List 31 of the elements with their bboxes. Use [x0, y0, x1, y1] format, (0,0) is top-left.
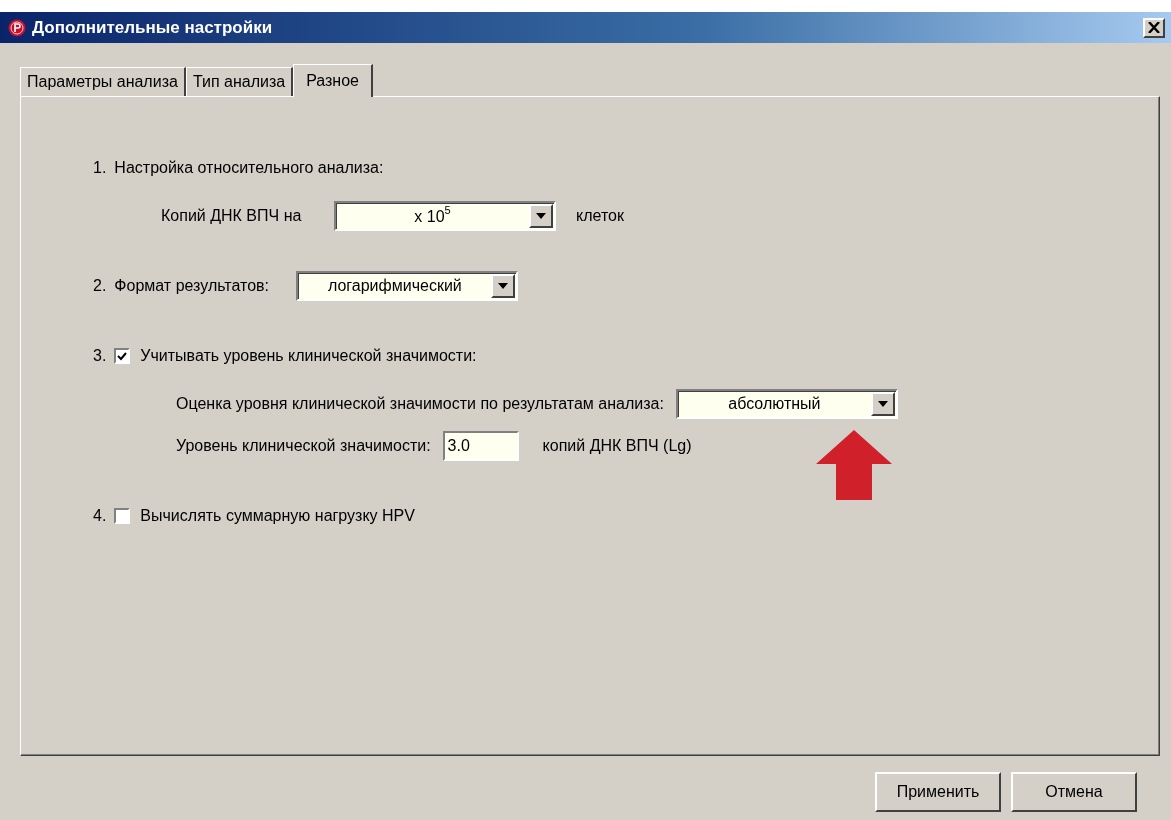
- tab[interactable]: Тип анализа: [185, 67, 294, 96]
- item-number: 2.: [93, 277, 107, 295]
- arrow-icon: [816, 430, 892, 500]
- field-label: Оценка уровня клинической значимости по результатам анализа:: [176, 395, 664, 413]
- app-logo-icon: [8, 18, 26, 37]
- dropdown[interactable]: абсолютный: [675, 389, 898, 419]
- tab[interactable]: Параметры анализа: [20, 67, 186, 96]
- input-field[interactable]: 3.0: [442, 431, 519, 461]
- unit-label: клеток: [576, 207, 624, 225]
- dropdown[interactable]: x 10$^{5}$: [334, 201, 556, 231]
- checkbox-label: Вычислять суммарную нагрузку HPV: [140, 507, 415, 525]
- unit-label: копий ДНК ВПЧ (Lg): [542, 437, 692, 455]
- checkbox[interactable]: [114, 508, 131, 524]
- item-number: 4.: [93, 507, 107, 525]
- combo-value: абсолютный: [727, 395, 822, 413]
- dialog-button[interactable]: Отмена: [1011, 772, 1137, 812]
- window-title: Дополнительные настройки: [32, 17, 274, 38]
- item-number: 1.: [93, 159, 107, 177]
- section-heading: Настройка относительного анализа:: [114, 159, 384, 177]
- close-icon[interactable]: [1143, 17, 1165, 38]
- combo-value: x 10$^{5}$: [413, 205, 452, 227]
- combo-value: логарифмический: [326, 277, 463, 295]
- field-label: Уровень клинической значимости:: [176, 437, 431, 455]
- dropdown[interactable]: логарифмический: [296, 271, 519, 301]
- checkbox[interactable]: [114, 348, 131, 364]
- field-label: Формат результатов:: [114, 277, 270, 295]
- checkbox-label: Учитывать уровень клинической значимости:: [140, 347, 477, 365]
- dialog-button[interactable]: Применить: [875, 772, 1001, 812]
- tab[interactable]: Разное: [293, 64, 373, 97]
- field-label: Копий ДНК ВПЧ на: [161, 207, 303, 225]
- item-number: 3.: [93, 347, 107, 365]
